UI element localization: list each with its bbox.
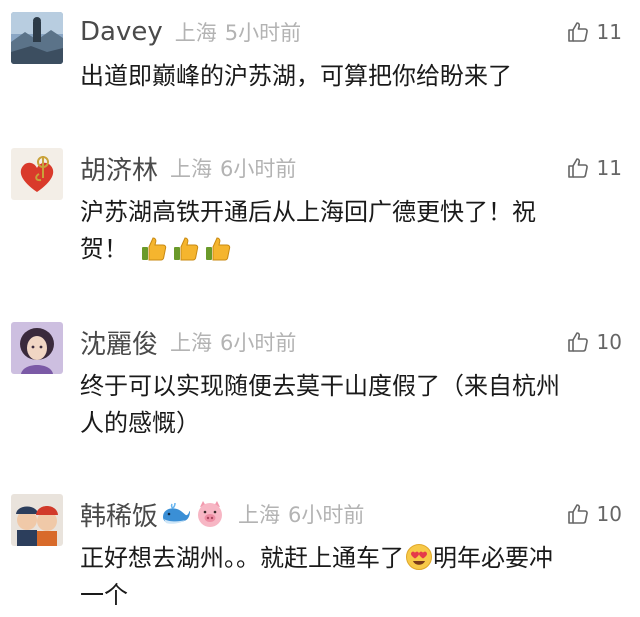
avatar[interactable] (11, 148, 63, 200)
location: 上海 (238, 503, 281, 527)
timestamp: 5小时前 (224, 21, 302, 45)
username[interactable]: Davey (80, 17, 163, 47)
comment-meta: 沈麗俊 上海 6小时前 (80, 322, 296, 362)
thumbs-up-icon (566, 156, 590, 180)
thumbs-up-emoji-icon (173, 235, 200, 262)
username[interactable]: 沈麗俊 (80, 324, 158, 361)
like-count: 11 (596, 20, 622, 44)
comment-text: 正好想去湖州。。就赶上通车了 明年必要冲 一个 (80, 540, 620, 614)
like-button[interactable]: 11 (566, 16, 622, 48)
avatar[interactable] (11, 494, 63, 546)
thumbs-up-emoji-icon (141, 235, 168, 262)
comment-text: 终于可以实现随便去莫干山度假了（来自杭州 人的感慨） (80, 368, 620, 442)
comment-text-line: 终于可以实现随便去莫干山度假了（来自杭州 (80, 372, 560, 400)
comment-meta: 韩稀饭 上海 6小时前 (80, 494, 364, 534)
comment: Davey 上海 5小时前 11 出道即巅峰的沪苏湖，可算把你给盼来了 (0, 10, 640, 110)
comment: 胡济林 上海 6小时前 11 沪苏湖高铁开通后从上海回广德更快了！祝 贺！ (0, 146, 640, 296)
avatar[interactable] (11, 322, 63, 374)
like-count: 10 (596, 330, 622, 354)
timestamp: 6小时前 (220, 157, 297, 181)
comment-text-line: 正好想去湖州。。就赶上通车了 (80, 544, 404, 572)
thumbs-up-icon (566, 20, 590, 44)
like-count: 10 (596, 502, 622, 526)
comment-meta: Davey 上海 5小时前 (80, 12, 301, 52)
location: 上海 (170, 157, 213, 181)
thumbs-up-icon (566, 330, 590, 354)
heart-eyes-face-emoji-icon (405, 543, 433, 571)
like-count: 11 (596, 156, 622, 180)
like-button[interactable]: 10 (566, 326, 622, 358)
comment-meta: 胡济林 上海 6小时前 (80, 148, 296, 188)
username[interactable]: 胡济林 (80, 150, 158, 187)
username[interactable]: 韩稀饭 (80, 496, 158, 533)
timestamp: 6小时前 (220, 331, 297, 355)
comment-text-line-wrap: 正好想去湖州。。就赶上通车了 明年必要冲 (80, 540, 620, 577)
like-button[interactable]: 10 (566, 498, 622, 530)
comment: 韩稀饭 上海 6小时前 10 正好想去湖州。。就赶上通车了 明年必要冲 一个 (0, 492, 640, 617)
comment-text: 出道即巅峰的沪苏湖，可算把你给盼来了 (80, 58, 620, 95)
avatar[interactable] (11, 12, 63, 64)
comment-text-line: 沪苏湖高铁开通后从上海回广德更快了！祝 (80, 198, 536, 226)
comment: 沈麗俊 上海 6小时前 10 终于可以实现随便去莫干山度假了（来自杭州 人的感慨… (0, 320, 640, 470)
comment-text: 沪苏湖高铁开通后从上海回广德更快了！祝 贺！ (80, 194, 620, 268)
like-button[interactable]: 11 (566, 152, 622, 184)
timestamp: 6小时前 (288, 503, 365, 527)
whale-emoji-icon (160, 498, 192, 530)
comment-text-line: 一个 (80, 581, 128, 609)
comment-text-line-wrap: 贺！ (80, 231, 620, 268)
thumbs-up-icon (566, 502, 590, 526)
comment-text-line: 明年必要冲 (433, 544, 553, 572)
comment-text-line: 出道即巅峰的沪苏湖，可算把你给盼来了 (80, 62, 512, 90)
comment-text-line: 人的感慨） (80, 409, 200, 437)
pig-emoji-icon (194, 498, 226, 530)
location: 上海 (174, 21, 217, 45)
comment-text-line: 贺！ (80, 235, 128, 263)
location: 上海 (170, 331, 213, 355)
thumbs-up-emoji-icon (205, 235, 232, 262)
